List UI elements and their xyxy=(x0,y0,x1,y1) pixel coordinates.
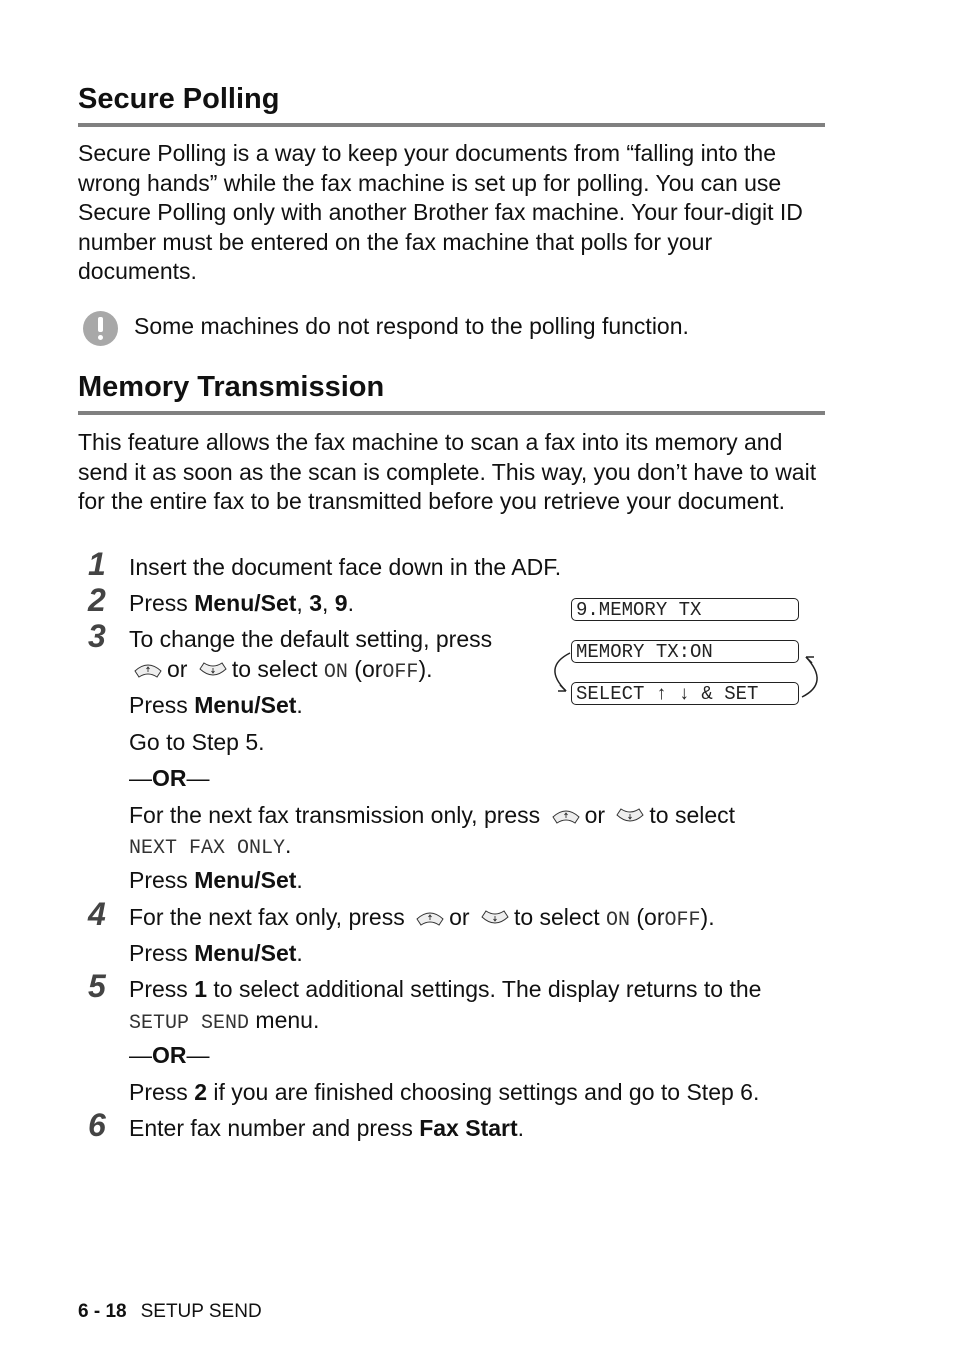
section-rule xyxy=(78,123,825,127)
key-fax-start: Fax Start xyxy=(419,1115,518,1141)
key-3: 3 xyxy=(309,590,322,616)
step-3-goto: Go to Step 5. xyxy=(129,729,265,755)
press-text: Press xyxy=(129,976,195,1002)
value-next-fax-only: NEXT FAX ONLY xyxy=(129,837,286,860)
step-2-press: Press xyxy=(129,590,195,616)
value-off: OFF xyxy=(664,909,701,932)
or-separator: —OR— xyxy=(129,1041,210,1070)
step-5-alt-text: if you are finished choosing settings an… xyxy=(206,1079,760,1105)
or-open: (or xyxy=(636,904,665,930)
or-text: or xyxy=(584,802,606,828)
key-2: 2 xyxy=(194,1079,207,1105)
period: . xyxy=(517,1115,525,1141)
down-arrow-button-icon xyxy=(198,661,228,679)
lcd-cycle-arrows-icon xyxy=(554,652,818,698)
key-9: 9 xyxy=(334,590,348,616)
down-arrow-button-icon xyxy=(615,807,645,825)
step-number-4: 4 xyxy=(88,896,106,932)
step-number-2: 2 xyxy=(88,582,106,618)
key-menu-set: Menu/Set xyxy=(194,590,297,616)
step-number-5: 5 xyxy=(88,968,106,1004)
press-text: Press xyxy=(129,867,195,893)
step-3-alt-press: Press Menu/Set. xyxy=(129,866,303,895)
lcd-line-1: 9.MEMORY TX xyxy=(571,598,799,621)
dash: — xyxy=(186,765,210,791)
separator: , xyxy=(322,590,335,616)
close-paren: ). xyxy=(700,904,715,930)
key-menu-set: Menu/Set xyxy=(194,692,297,718)
step-4-text: For the next fax only, press xyxy=(129,904,405,930)
value-on: ON xyxy=(323,661,348,684)
step-5-alt: Press 2 if you are finished choosing set… xyxy=(129,1078,759,1107)
or-open: (or xyxy=(354,656,383,682)
key-1: 1 xyxy=(194,976,207,1002)
to-select-text: to select xyxy=(231,656,318,682)
section-title-memory-transmission: Memory Transmission xyxy=(78,371,385,403)
step-4-press-menu-set: Press Menu/Set. xyxy=(129,939,303,968)
section-rule xyxy=(78,411,825,415)
period: . xyxy=(285,832,292,858)
page-number: 6 - 18 xyxy=(78,1301,127,1322)
step-2-text: Press Menu/Set, 3, 9. xyxy=(129,589,354,618)
to-select-text: to select xyxy=(513,904,600,930)
section-title-secure-polling: Secure Polling xyxy=(78,83,280,115)
step-3-press-menu-set: Press Menu/Set. xyxy=(129,691,303,720)
step-number-3: 3 xyxy=(88,618,106,654)
value-setup-send: SETUP SEND xyxy=(129,1012,250,1035)
key-menu-set: Menu/Set xyxy=(194,867,297,893)
up-arrow-button-icon xyxy=(133,661,163,679)
close-paren: ). xyxy=(418,656,433,682)
step-6-instruction: Enter fax number and press xyxy=(129,1115,420,1141)
note-text: Some machines do not respond to the poll… xyxy=(134,313,689,339)
period: . xyxy=(296,692,303,718)
or-text: or xyxy=(449,904,470,930)
dash: — xyxy=(186,1042,210,1068)
down-arrow-button-icon xyxy=(480,909,510,927)
secure-polling-description: Secure Polling is a way to keep your doc… xyxy=(78,140,803,285)
chapter-name: SETUP SEND xyxy=(140,1301,262,1322)
step-3-alt-line-2: NEXT FAX ONLY. xyxy=(129,831,291,863)
period: . xyxy=(296,940,303,966)
step-3-alt-line-1: For the next fax transmission only, pres… xyxy=(129,801,735,830)
period: . xyxy=(347,590,354,616)
memory-transmission-description: This feature allows the fax machine to s… xyxy=(78,429,817,515)
value-on: ON xyxy=(605,909,630,932)
separator: , xyxy=(296,590,310,616)
step-5-text: to select additional settings. The displ… xyxy=(206,976,762,1002)
step-1-text: Insert the document face down in the ADF… xyxy=(129,554,562,580)
to-select-text: to select xyxy=(649,802,736,828)
step-4-line-1: For the next fax only, press or to selec… xyxy=(129,903,715,935)
page-footer: 6 - 18 SETUP SEND xyxy=(78,1301,262,1323)
dash: — xyxy=(129,1042,152,1068)
or-label: OR xyxy=(152,1042,187,1068)
dash: — xyxy=(129,765,152,791)
or-separator: —OR— xyxy=(129,764,210,793)
period: . xyxy=(296,867,303,893)
or-text: or xyxy=(167,656,188,682)
value-off: OFF xyxy=(382,661,419,684)
exclamation-icon xyxy=(83,311,118,346)
press-text: Press xyxy=(129,692,195,718)
step-number-6: 6 xyxy=(88,1107,106,1143)
step-3-line-1: To change the default setting, press xyxy=(129,626,493,652)
step-5-line-2: SETUP SEND menu. xyxy=(129,1006,319,1038)
up-arrow-button-icon xyxy=(415,909,445,927)
up-arrow-button-icon xyxy=(551,807,581,825)
alt-text: For the next fax transmission only, pres… xyxy=(129,802,541,828)
or-label: OR xyxy=(152,765,187,791)
key-menu-set: Menu/Set xyxy=(194,940,297,966)
press-text: Press xyxy=(129,940,195,966)
step-number-1: 1 xyxy=(88,546,106,582)
step-5-line-1: Press 1 to select additional settings. T… xyxy=(129,975,761,1004)
step-3-line-2: or to select ON (orOFF). xyxy=(129,655,433,687)
press-text: Press xyxy=(129,1079,195,1105)
menu-word: menu. xyxy=(249,1007,320,1033)
step-6-text: Enter fax number and press Fax Start. xyxy=(129,1114,524,1143)
